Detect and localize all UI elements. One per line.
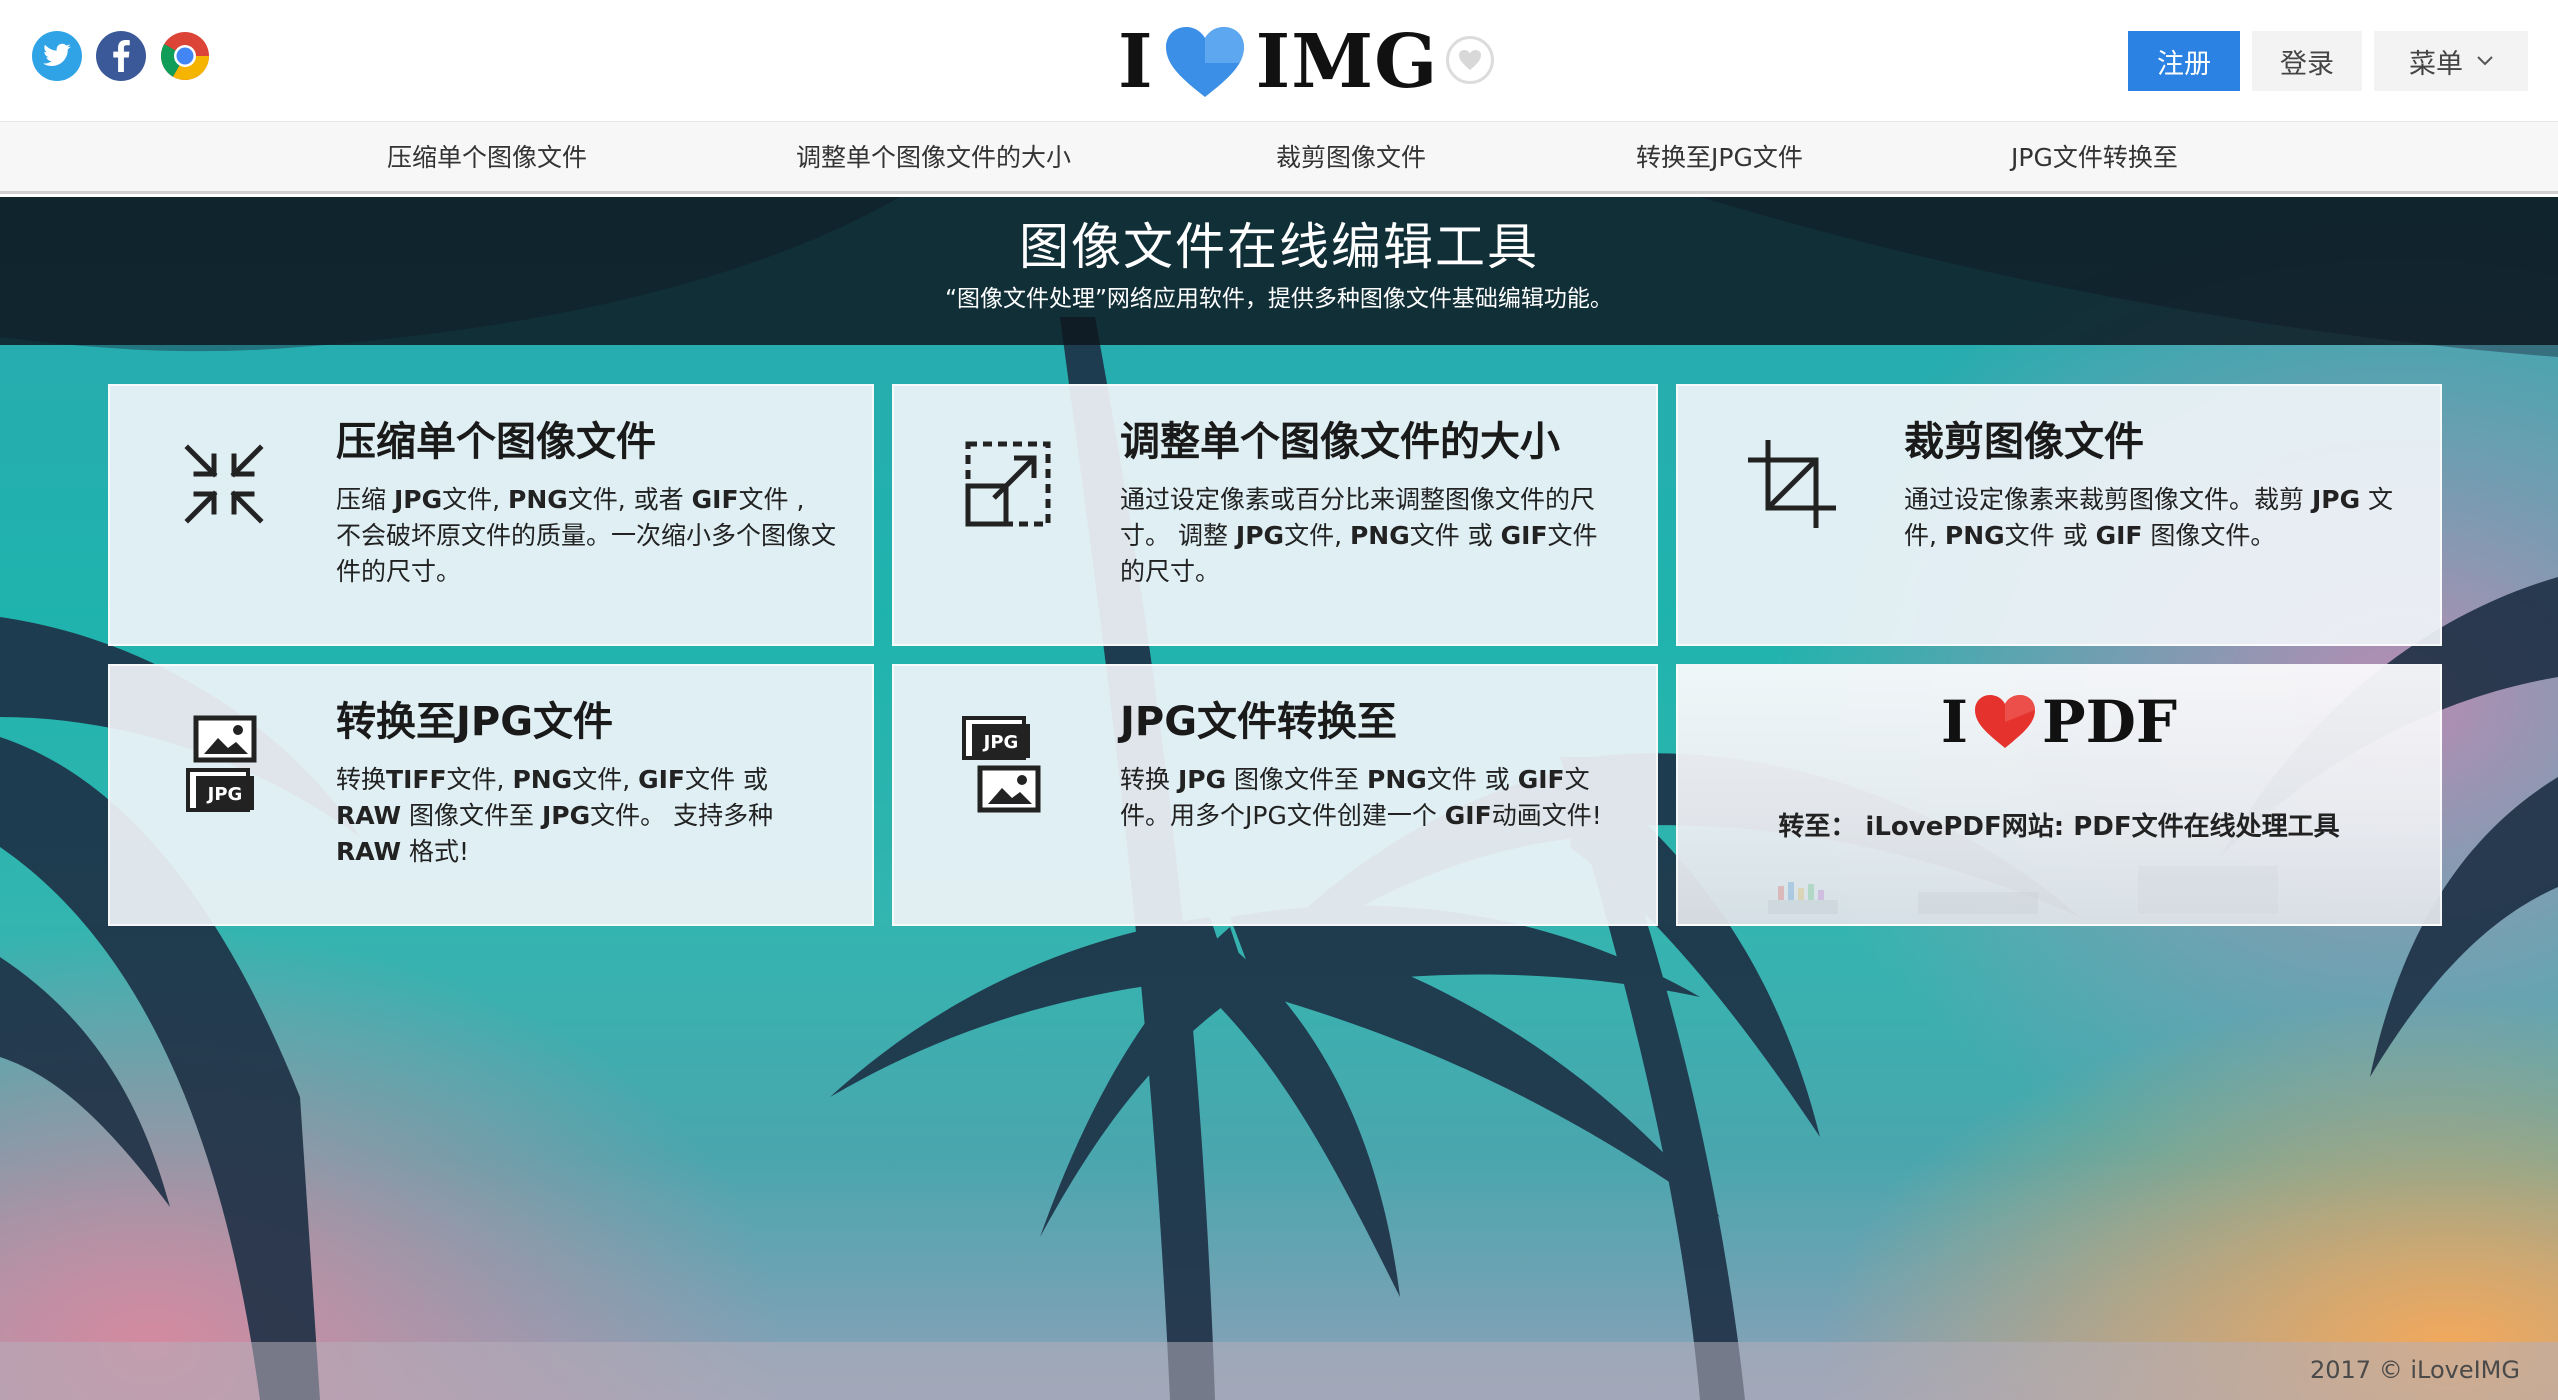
logo-letter-i: I: [1118, 19, 1154, 105]
ilovepdf-logo: I PDF: [1678, 688, 2440, 756]
facebook-icon[interactable]: [96, 31, 146, 81]
tool-title: 裁剪图像文件: [1904, 419, 2144, 465]
social-links: [32, 31, 210, 81]
tool-card-convert-to-jpg[interactable]: JPG 转换至JPG文件 转换TIFF文件, PNG文件, GIF文件 或 RA…: [108, 664, 874, 926]
chrome-icon[interactable]: [160, 31, 210, 81]
tool-card-compress[interactable]: 压缩单个图像文件 压缩 JPG文件, PNG文件, 或者 GIF文件 , 不会破…: [108, 384, 874, 646]
compress-icon: [184, 444, 264, 524]
jpg-badge-text: JPG: [206, 784, 243, 805]
footer: 2017 © iLoveIMG: [0, 1342, 2558, 1400]
pdf-logo-letter-i: I: [1940, 688, 1969, 756]
tool-description: 压缩 JPG文件, PNG文件, 或者 GIF文件 , 不会破坏原文件的质量。一…: [336, 485, 837, 586]
tool-description: 转换TIFF文件, PNG文件, GIF文件 或 RAW 图像文件至 JPG文件…: [336, 765, 774, 866]
nav-item-crop[interactable]: 裁剪图像文件: [1276, 122, 1426, 194]
login-button[interactable]: 登录: [2252, 31, 2362, 91]
crop-icon: [1748, 440, 1836, 528]
tool-title: 压缩单个图像文件: [336, 419, 656, 465]
tool-title: JPG文件转换至: [1120, 699, 1398, 745]
heart-icon: [1165, 27, 1244, 97]
red-heart-icon: [1975, 695, 2036, 748]
image-to-jpg-icon: JPG: [186, 715, 257, 812]
nav-item-compress[interactable]: 压缩单个图像文件: [387, 122, 587, 194]
tool-description: 转换 JPG 图像文件至 PNG文件 或 GIF文件。用多个JPG文件创建一个 …: [1120, 765, 1602, 830]
resize-icon: [965, 441, 1051, 527]
chevron-down-icon: [2477, 56, 2493, 66]
nav-item-jpg-to-image[interactable]: JPG文件转换至: [2011, 122, 2178, 194]
tool-title: 转换至JPG文件: [336, 699, 614, 745]
pdf-logo-word: PDF: [2042, 688, 2178, 756]
desk-props-decoration: [1768, 866, 2278, 914]
menu-button[interactable]: 菜单: [2374, 31, 2528, 91]
tool-card-resize[interactable]: 调整单个图像文件的大小 通过设定像素或百分比来调整图像文件的尺寸。 调整 JPG…: [892, 384, 1658, 646]
nav-item-resize[interactable]: 调整单个图像文件的大小: [796, 122, 1071, 194]
heart-badge-icon[interactable]: [1446, 36, 1494, 84]
register-button[interactable]: 注册: [2128, 31, 2240, 91]
menu-label: 菜单: [2409, 48, 2463, 80]
page-subtitle: “图像文件处理”网络应用软件，提供多种图像文件基础编辑功能。: [945, 286, 1613, 312]
ilovepdf-link-text[interactable]: 转至： iLovePDF网站: PDF文件在线处理工具: [1678, 806, 2440, 843]
jpg-to-image-icon: JPG: [962, 716, 1041, 813]
tool-card-jpg-to-image[interactable]: JPG JPG文件转换至 转换 JPG 图像文件至 PNG文件 或 GIF文件。…: [892, 664, 1658, 926]
jpg-badge-text: JPG: [982, 732, 1019, 753]
tool-title: 调整单个图像文件的大小: [1120, 419, 1560, 465]
tool-nav: 压缩单个图像文件 调整单个图像文件的大小 裁剪图像文件 转换至JPG文件 JPG…: [0, 122, 2558, 194]
page-title: 图像文件在线编辑工具: [1019, 218, 1539, 276]
tool-card-crop[interactable]: 裁剪图像文件 通过设定像素来裁剪图像文件。裁剪 JPG 文件, PNG文件 或 …: [1676, 384, 2442, 646]
twitter-icon[interactable]: [32, 31, 82, 81]
tool-description: 通过设定像素来裁剪图像文件。裁剪 JPG 文件, PNG文件 或 GIF 图像文…: [1904, 485, 2394, 550]
header: I IMG 注册 登录 菜单: [0, 0, 2558, 122]
tool-description: 通过设定像素或百分比来调整图像文件的尺寸。 调整 JPG文件, PNG文件 或 …: [1120, 485, 1598, 586]
logo-word-img: IMG: [1255, 19, 1439, 105]
copyright-text: 2017 © iLoveIMG: [2310, 1356, 2520, 1384]
auth-buttons: 注册 登录 菜单: [2128, 31, 2528, 91]
iloveimg-logo[interactable]: I IMG: [1118, 19, 1439, 105]
nav-item-convert-to-jpg[interactable]: 转换至JPG文件: [1636, 122, 1803, 194]
hero-title-band: 图像文件在线编辑工具 “图像文件处理”网络应用软件，提供多种图像文件基础编辑功能…: [0, 197, 2558, 345]
ilovepdf-promo-card[interactable]: I PDF 转至： iLovePDF网站: PDF文件在线处理工具: [1676, 664, 2442, 926]
